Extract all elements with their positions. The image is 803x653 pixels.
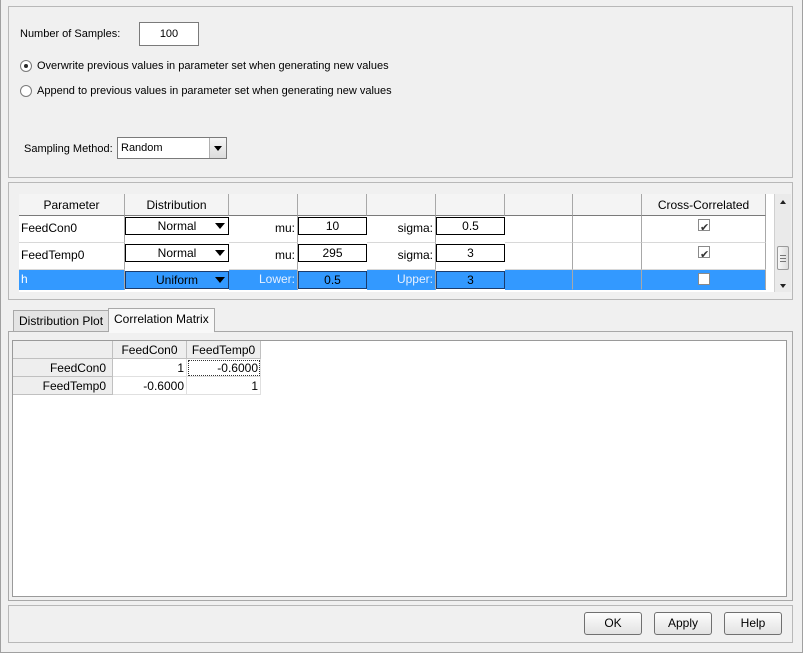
matrix-cell-focused[interactable]: -0.6000 [187,359,261,377]
column-header-blank-1[interactable] [229,194,298,216]
matrix-cell[interactable]: 1 [187,377,261,395]
parameter-table-panel: Parameter Distribution Cross-Correlated … [8,182,793,300]
active-tab-join [109,330,214,333]
distribution-value: Normal [157,219,197,233]
column-header-distribution[interactable]: Distribution [125,194,229,216]
sampling-method-value: Random [121,142,163,154]
scroll-thumb[interactable] [777,246,789,270]
empty-cell [573,216,642,243]
param1-value-input[interactable]: 295 [298,244,367,262]
cross-correlated-checkbox[interactable]: ✔ [698,246,710,261]
matrix-row-header[interactable]: FeedTemp0 [13,377,113,395]
cross-correlated-cell: ✔ [642,243,766,270]
param2-value-input[interactable]: 3 [436,271,505,289]
param2-value-input[interactable]: 3 [436,244,505,262]
column-header-blank-2[interactable] [298,194,367,216]
table-row-selected[interactable]: h Uniform Lower: 0.5 Upper: 3 [19,270,766,290]
number-of-samples-label: Number of Samples: [20,28,121,40]
column-header-blank-5[interactable] [505,194,573,216]
cross-correlated-checkbox[interactable] [698,273,710,285]
parameter-cell: FeedTemp0 [19,243,125,270]
matrix-cell[interactable]: -0.6000 [113,377,187,395]
param1-value-input[interactable]: 0.5 [298,271,367,289]
distribution-dropdown[interactable]: Uniform [125,271,229,289]
param2-label: sigma: [367,216,436,243]
empty-cell [505,270,573,290]
column-header-blank-6[interactable] [573,194,642,216]
table-row[interactable]: FeedTemp0 Normal mu: 295 sigma: 3 ✔ [19,243,766,270]
append-radio[interactable] [20,85,32,97]
cross-correlated-cell: ✔ [642,216,766,243]
tab-distribution-plot[interactable]: Distribution Plot [13,310,110,332]
number-of-samples-input[interactable]: 100 [139,22,199,46]
table-vertical-scrollbar[interactable] [774,194,791,292]
parameter-table: Parameter Distribution Cross-Correlated … [19,194,774,292]
check-icon: ✔ [700,221,710,234]
distribution-dropdown[interactable]: Normal [125,217,229,235]
param2-label: sigma: [367,243,436,270]
apply-button[interactable]: Apply [654,612,712,635]
column-header-blank-3[interactable] [367,194,436,216]
empty-cell [573,243,642,270]
matrix-cell[interactable]: 1 [113,359,187,377]
chevron-down-icon [215,250,225,256]
param1-value-input[interactable]: 10 [298,217,367,235]
distribution-value: Normal [157,246,197,260]
distribution-dropdown[interactable]: Normal [125,244,229,262]
cross-correlated-cell [642,270,766,290]
chevron-down-icon [215,277,225,283]
tab-correlation-matrix[interactable]: Correlation Matrix [108,308,215,332]
overwrite-label: Overwrite previous values in parameter s… [37,60,389,72]
param1-label: Lower: [229,270,298,290]
empty-cell [505,243,573,270]
param2-label: Upper: [367,270,436,290]
ok-button[interactable]: OK [584,612,642,635]
param2-value-input[interactable]: 0.5 [436,217,505,235]
param1-label: mu: [229,216,298,243]
empty-cell [505,216,573,243]
matrix-column-header[interactable]: FeedCon0 [113,341,187,359]
dropdown-button[interactable] [209,138,226,158]
column-header-parameter[interactable]: Parameter [19,194,125,216]
cross-correlated-checkbox[interactable]: ✔ [698,219,710,234]
append-label: Append to previous values in parameter s… [37,85,392,97]
matrix-corner-header [13,341,113,359]
parameter-cell: h [19,270,125,290]
chevron-down-icon [215,223,225,229]
correlation-matrix-area: FeedCon0 FeedTemp0 FeedCon0 1 -0.6000 Fe… [12,340,787,597]
sampling-method-dropdown[interactable]: Random [117,137,227,159]
overwrite-radio[interactable] [20,60,32,72]
column-header-blank-4[interactable] [436,194,505,216]
column-header-cross-correlated[interactable]: Cross-Correlated [642,194,766,216]
sampling-method-label: Sampling Method: [24,143,113,155]
scroll-up-icon[interactable] [780,200,786,204]
help-button[interactable]: Help [724,612,782,635]
distribution-value: Uniform [155,273,198,287]
check-icon: ✔ [700,248,710,261]
matrix-column-header[interactable]: FeedTemp0 [187,341,261,359]
chevron-down-icon [214,146,222,151]
empty-cell [573,270,642,290]
matrix-row-header[interactable]: FeedCon0 [13,359,113,377]
parameter-cell: FeedCon0 [19,216,125,243]
table-row[interactable]: FeedCon0 Normal mu: 10 sigma: 0.5 ✔ [19,216,766,243]
scroll-down-icon[interactable] [780,284,786,288]
param1-label: mu: [229,243,298,270]
